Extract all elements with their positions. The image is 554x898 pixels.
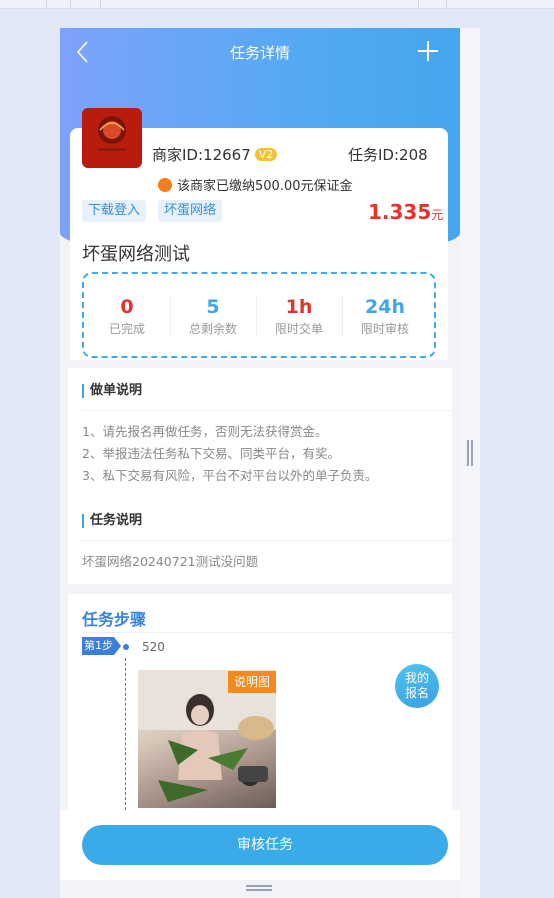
my-signup-line2: 报名 (404, 686, 429, 700)
level-badge: V2 (254, 148, 278, 161)
shield-icon (158, 178, 172, 192)
stat-label: 限时交单 (274, 322, 323, 336)
step-line (125, 658, 126, 810)
instruction-line-1: 1、请先报名再做任务，否则无法获得赏金。 (82, 424, 328, 439)
plus-icon[interactable] (416, 39, 440, 63)
deposit-notice: 该商家已缴纳500.00元保证金 (158, 175, 353, 194)
stat-submit-limit: 1h 限时交单 (256, 296, 342, 337)
mobile-viewport: 任务详情 商家ID:12667 V2 任务ID:208 该商家已缴纳500.00元… (60, 28, 460, 898)
page-title: 任务详情 (229, 44, 290, 62)
nav-bar: 任务详情 (60, 28, 460, 76)
stat-value: 1h (285, 296, 313, 318)
task-name: 坏蛋网络测试 (82, 244, 190, 265)
instruction-line-3: 3、私下交易有风险，平台不对平台以外的单子负责。 (82, 468, 378, 483)
stat-label: 已完成 (108, 322, 145, 336)
deposit-text: 该商家已缴纳500.00元保证金 (177, 179, 353, 194)
image-label: 说明图 (228, 671, 276, 693)
drag-handle-icon[interactable] (246, 885, 272, 891)
stat-review-limit: 24h 限时审核 (342, 296, 428, 337)
stat-value: 0 (120, 296, 134, 318)
task-id: 任务ID:208 (348, 146, 428, 164)
merchant-id-text: 商家ID:12667 (152, 146, 251, 164)
divider (82, 540, 452, 541)
divider (82, 632, 452, 633)
step-text: 520 (142, 640, 165, 654)
instructions-section: 做单说明 1、请先报名再做任务，否则无法获得赏金。 2、举报违法任务私下交易、同… (68, 368, 452, 584)
task-desc-title: 任务说明 (82, 514, 142, 528)
stat-label: 总剩余数 (188, 322, 237, 336)
reward-unit: 元 (431, 208, 444, 222)
steps-title: 任务步骤 (82, 610, 147, 629)
stat-remaining: 5 总剩余数 (170, 296, 256, 337)
my-signup-button[interactable]: 我的 报名 (395, 664, 439, 708)
step-badge: 第1步 (82, 637, 121, 655)
instructions-title: 做单说明 (82, 384, 142, 398)
reward-price: 1.335元 (368, 200, 443, 224)
stat-value: 24h (365, 296, 405, 318)
browser-toolbar (0, 0, 554, 9)
merchant-logo (82, 108, 142, 168)
reward-amount: 1.335 (368, 200, 432, 224)
stats-box: 0 已完成 5 总剩余数 1h 限时交单 24h 限时审核 (82, 272, 436, 358)
review-task-button[interactable]: 审核任务 (82, 825, 448, 865)
step-dot (123, 644, 129, 650)
tag-category: 坏蛋网络 (158, 200, 223, 222)
task-desc-text: 坏蛋网络20240721测试没问题 (82, 554, 259, 569)
stat-label: 限时审核 (360, 322, 409, 336)
tag-download: 下载登入 (82, 200, 147, 222)
stat-completed: 0 已完成 (84, 296, 170, 337)
merchant-id: 商家ID:12667 V2 (152, 144, 278, 165)
stat-value: 5 (206, 296, 220, 318)
resize-grip-icon[interactable] (467, 440, 473, 466)
divider (82, 410, 452, 411)
my-signup-line1: 我的 (404, 671, 429, 685)
instruction-line-2: 2、举报违法任务私下交易、同类平台，有奖。 (82, 446, 340, 461)
